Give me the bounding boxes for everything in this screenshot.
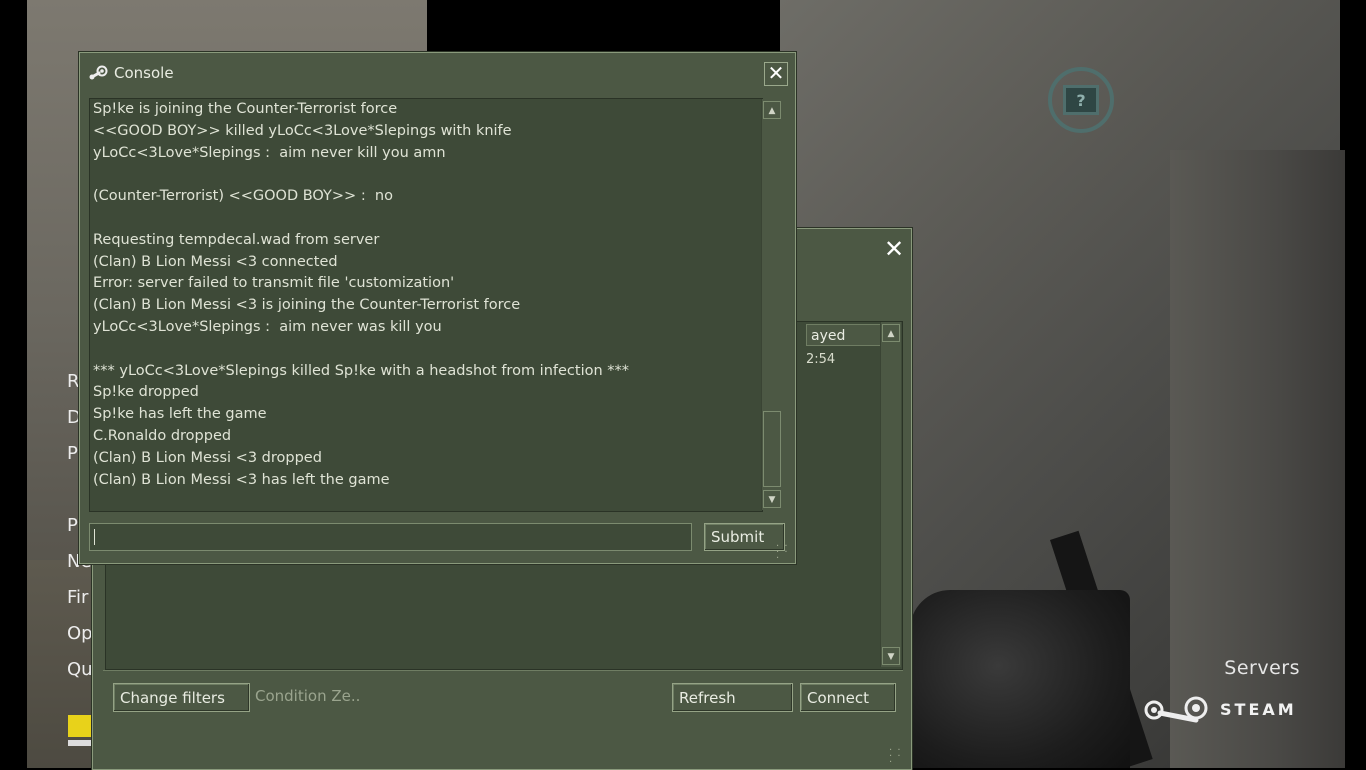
server-list-scrollbar[interactable]: ▲ ▼ <box>880 322 901 667</box>
main-menu-item[interactable]: Qu <box>67 659 93 680</box>
console-log-line: <<GOOD BOY>> killed yLoCc<3Love*Slepings… <box>93 122 512 139</box>
column-header-played[interactable]: ayed <box>806 324 882 346</box>
console-log-line: Sp!ke dropped <box>93 384 199 401</box>
console-log-line: (Counter-Terrorist) <<GOOD BOY>> : no <box>93 188 393 205</box>
servers-label: Servers <box>1224 657 1300 679</box>
console-log-line: (Clan) B Lion Messi <3 connected <box>93 253 338 270</box>
steam-icon <box>1144 696 1208 723</box>
steam-icon <box>89 65 108 80</box>
scroll-up-arrow-icon[interactable]: ▲ <box>763 101 781 119</box>
server-list-cell: 2:54 <box>806 352 836 367</box>
resize-grip-icon[interactable]: . .. . . <box>889 743 903 765</box>
scroll-down-arrow-icon[interactable]: ▼ <box>882 647 900 665</box>
main-menu-item[interactable]: P <box>67 515 78 536</box>
console-log-line: Requesting tempdecal.wad from server <box>93 231 380 248</box>
filter-summary: Condition Ze.. <box>255 687 361 705</box>
main-menu-item[interactable]: Fir <box>67 587 88 608</box>
console-log-line: (Clan) B Lion Messi <3 is joining the Co… <box>93 297 521 314</box>
console-log-line: Error: server failed to transmit file 'c… <box>93 275 455 292</box>
connect-button[interactable]: Connect <box>800 683 896 712</box>
refresh-button[interactable]: Refresh <box>672 683 793 712</box>
resize-grip-icon[interactable]: . .. . . <box>776 539 790 561</box>
scroll-up-arrow-icon[interactable]: ▲ <box>882 324 900 342</box>
console-log-line: C.Ronaldo dropped <box>93 427 232 444</box>
steam-logo: STEAM <box>1140 694 1297 724</box>
console-log-line: yLoCc<3Love*Slepings : aim never was kil… <box>93 318 442 335</box>
steam-wordmark: STEAM <box>1220 699 1297 719</box>
console-scrollbar[interactable]: ▲ ▼ <box>761 99 782 510</box>
console-log-line <box>90 339 762 361</box>
change-filters-button[interactable]: Change filters <box>113 683 250 712</box>
console-log-line <box>90 208 762 230</box>
scroll-down-arrow-icon[interactable]: ▼ <box>763 490 781 508</box>
close-icon[interactable]: ✕ <box>881 237 907 265</box>
console-log-line: (Clan) B Lion Messi <3 dropped <box>93 449 322 466</box>
submit-button[interactable]: Submit <box>704 523 785 551</box>
console-titlebar[interactable]: Console <box>80 53 795 93</box>
console-log-line: (Clan) B Lion Messi <3 has left the game <box>93 471 390 488</box>
console-log-line: Sp!ke has left the game <box>93 406 267 423</box>
left-letterbox <box>0 0 27 768</box>
console-log-lines: Sp!ke is joining the Counter-Terrorist f… <box>90 99 762 491</box>
close-icon[interactable]: ✕ <box>764 62 788 86</box>
console-log-line: Sp!ke is joining the Counter-Terrorist f… <box>93 101 398 117</box>
console-window: Console ✕ Sp!ke is joining the Counter-T… <box>79 52 796 564</box>
console-log-line <box>90 164 762 186</box>
player-weapon <box>910 590 1130 768</box>
text-caret <box>94 529 95 545</box>
console-title: Console <box>114 64 174 82</box>
console-log[interactable]: Sp!ke is joining the Counter-Terrorist f… <box>89 98 763 512</box>
help-icon[interactable]: ? <box>1048 67 1114 133</box>
main-menu-item[interactable]: Op <box>67 623 93 644</box>
console-log-line: *** yLoCc<3Love*Slepings killed Sp!ke wi… <box>93 362 630 379</box>
main-menu-item[interactable]: P <box>67 443 78 464</box>
main-menu-item[interactable]: R <box>67 371 80 392</box>
game-logo-sub <box>68 740 92 746</box>
scroll-thumb[interactable] <box>763 411 781 487</box>
console-command-input[interactable] <box>89 523 692 551</box>
console-log-line: yLoCc<3Love*Slepings : aim never kill yo… <box>93 144 446 161</box>
